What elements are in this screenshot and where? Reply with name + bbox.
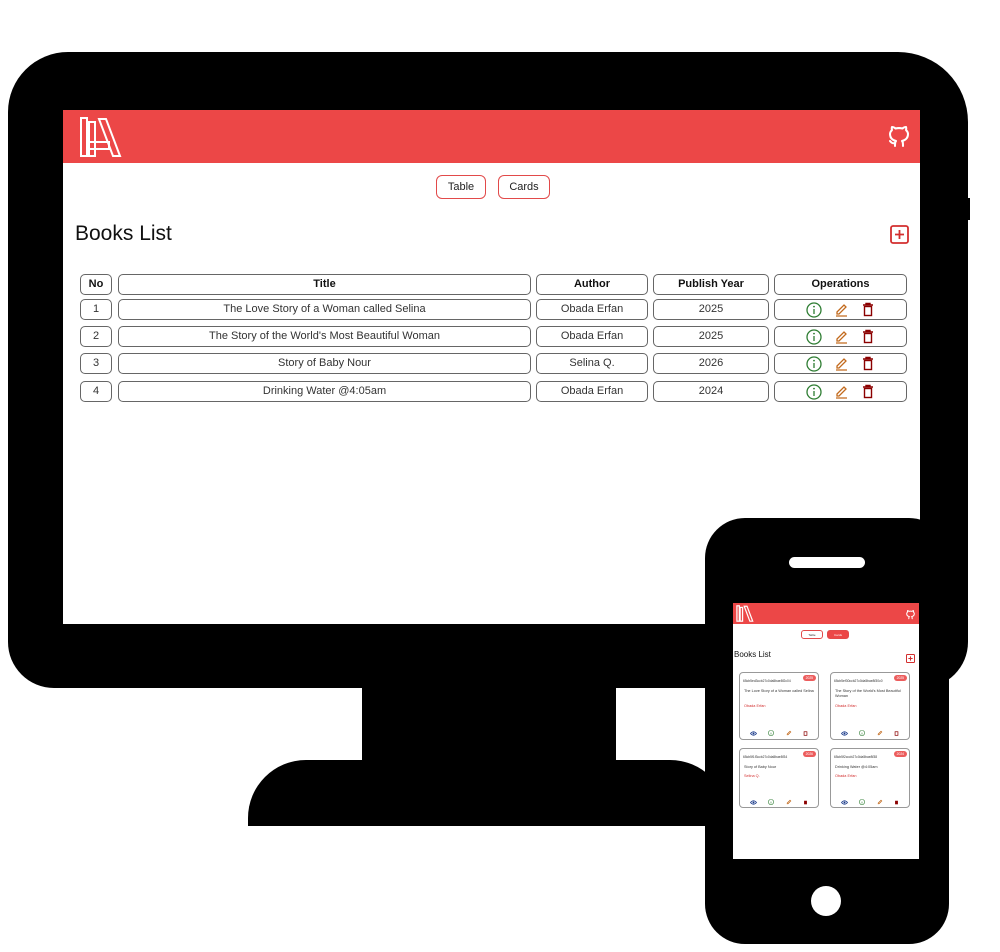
mobile-app-header bbox=[733, 603, 919, 624]
eye-icon[interactable] bbox=[749, 723, 757, 739]
row-no: 2 bbox=[80, 326, 112, 347]
book-card: 2025 65cb5ed3ccb27c0da5bae8f2c04 The Lov… bbox=[739, 672, 819, 740]
table-view-button[interactable]: Table bbox=[801, 630, 823, 639]
pencil-icon[interactable] bbox=[877, 792, 883, 807]
info-circle-icon[interactable] bbox=[806, 301, 822, 318]
row-year: 2025 bbox=[653, 299, 769, 320]
row-title: Story of Baby Nour bbox=[118, 353, 531, 374]
row-author: Selina Q. bbox=[536, 353, 648, 374]
books-logo-icon[interactable] bbox=[79, 116, 123, 163]
info-circle-icon[interactable] bbox=[806, 383, 822, 400]
card-title: Story of Baby Nour bbox=[744, 765, 777, 769]
header-operations: Operations bbox=[774, 274, 907, 295]
row-operations bbox=[774, 381, 907, 402]
page-title: Books List bbox=[734, 650, 771, 659]
info-circle-icon[interactable] bbox=[768, 792, 775, 807]
card-operations bbox=[744, 792, 814, 807]
row-no: 4 bbox=[80, 381, 112, 402]
card-operations bbox=[744, 723, 814, 739]
book-card: 2025 65cb5ef30ccb27c0da5bae8f30c0 The St… bbox=[830, 672, 910, 740]
card-author: Selina Q. bbox=[744, 774, 760, 778]
header-no: No bbox=[80, 274, 112, 295]
book-card: 2024 65cb5f2cccb27c0da5bae8f38 Drinking … bbox=[830, 748, 910, 808]
pencil-icon[interactable] bbox=[834, 384, 849, 399]
card-year-badge: 2025 bbox=[893, 675, 907, 681]
plus-square-icon[interactable] bbox=[905, 650, 916, 668]
row-year: 2024 bbox=[653, 381, 769, 402]
row-operations bbox=[774, 353, 907, 374]
row-year: 2025 bbox=[653, 326, 769, 347]
card-title: The Story of the World's Most Beautiful … bbox=[835, 689, 901, 698]
card-operations bbox=[835, 792, 905, 807]
card-year-badge: 2026 bbox=[802, 751, 816, 757]
card-year-badge: 2024 bbox=[893, 751, 907, 757]
row-title: The Story of the World's Most Beautiful … bbox=[118, 326, 531, 347]
card-id: 65cb5ed3ccb27c0da5bae8f2c04 bbox=[743, 679, 791, 683]
trash-icon[interactable] bbox=[894, 723, 899, 739]
row-no: 3 bbox=[80, 353, 112, 374]
app-header bbox=[63, 110, 920, 163]
table-view-button[interactable]: Table bbox=[436, 175, 486, 199]
phone-home-button bbox=[811, 886, 841, 916]
trash-icon[interactable] bbox=[861, 384, 875, 399]
pencil-icon[interactable] bbox=[786, 723, 792, 739]
card-id: 65cb5f1f3ccb27c0da5bae8f34 bbox=[743, 755, 788, 759]
info-circle-icon[interactable] bbox=[768, 723, 775, 739]
eye-icon[interactable] bbox=[749, 792, 757, 807]
trash-icon[interactable] bbox=[894, 792, 899, 807]
row-author: Obada Erfan bbox=[536, 326, 648, 347]
card-author: Obada Erfan bbox=[835, 774, 857, 778]
trash-icon[interactable] bbox=[861, 356, 875, 371]
card-year-badge: 2025 bbox=[802, 675, 816, 681]
row-operations bbox=[774, 299, 907, 320]
book-card: 2026 65cb5f1f3ccb27c0da5bae8f34 Story of… bbox=[739, 748, 819, 808]
header-title: Title bbox=[118, 274, 531, 295]
card-title: The Love Story of a Woman called Selina bbox=[744, 689, 814, 693]
card-operations bbox=[835, 723, 905, 739]
card-author: Obada Erfan bbox=[744, 704, 766, 708]
monitor-edge bbox=[956, 198, 970, 220]
cards-view-button[interactable]: Cards bbox=[498, 175, 550, 199]
row-year: 2026 bbox=[653, 353, 769, 374]
row-no: 1 bbox=[80, 299, 112, 320]
info-circle-icon[interactable] bbox=[859, 723, 866, 739]
card-title: Drinking Water @4:05am bbox=[835, 765, 878, 769]
pencil-icon[interactable] bbox=[834, 329, 849, 344]
monitor-neck bbox=[362, 686, 616, 766]
pencil-icon[interactable] bbox=[834, 356, 849, 371]
mobile-screen: Table Cards Books List 2025 65cb5ed3ccb2… bbox=[733, 603, 919, 859]
trash-icon[interactable] bbox=[861, 329, 875, 344]
eye-icon[interactable] bbox=[840, 723, 848, 739]
github-icon[interactable] bbox=[886, 123, 912, 154]
card-id: 65cb5ef30ccb27c0da5bae8f30c0 bbox=[834, 679, 883, 683]
info-circle-icon[interactable] bbox=[806, 328, 822, 345]
pencil-icon[interactable] bbox=[877, 723, 883, 739]
header-author: Author bbox=[536, 274, 648, 295]
trash-icon[interactable] bbox=[803, 792, 808, 807]
info-circle-icon[interactable] bbox=[806, 355, 822, 372]
github-icon[interactable] bbox=[905, 607, 916, 625]
row-author: Obada Erfan bbox=[536, 299, 648, 320]
cards-view-button[interactable]: Cards bbox=[827, 630, 849, 639]
row-title: The Love Story of a Woman called Selina bbox=[118, 299, 531, 320]
books-logo-icon[interactable] bbox=[736, 605, 754, 627]
card-author: Obada Erfan bbox=[835, 704, 857, 708]
info-circle-icon[interactable] bbox=[859, 792, 866, 807]
card-id: 65cb5f2cccb27c0da5bae8f38 bbox=[834, 755, 878, 759]
plus-square-icon[interactable] bbox=[890, 225, 909, 249]
trash-icon[interactable] bbox=[803, 723, 808, 739]
page-title: Books List bbox=[75, 222, 172, 245]
trash-icon[interactable] bbox=[861, 302, 875, 317]
row-author: Obada Erfan bbox=[536, 381, 648, 402]
row-operations bbox=[774, 326, 907, 347]
phone-speaker bbox=[789, 557, 865, 568]
pencil-icon[interactable] bbox=[786, 792, 792, 807]
pencil-icon[interactable] bbox=[834, 302, 849, 317]
row-title: Drinking Water @4:05am bbox=[118, 381, 531, 402]
header-publish-year: Publish Year bbox=[653, 274, 769, 295]
eye-icon[interactable] bbox=[840, 792, 848, 807]
monitor-stand bbox=[248, 760, 728, 826]
